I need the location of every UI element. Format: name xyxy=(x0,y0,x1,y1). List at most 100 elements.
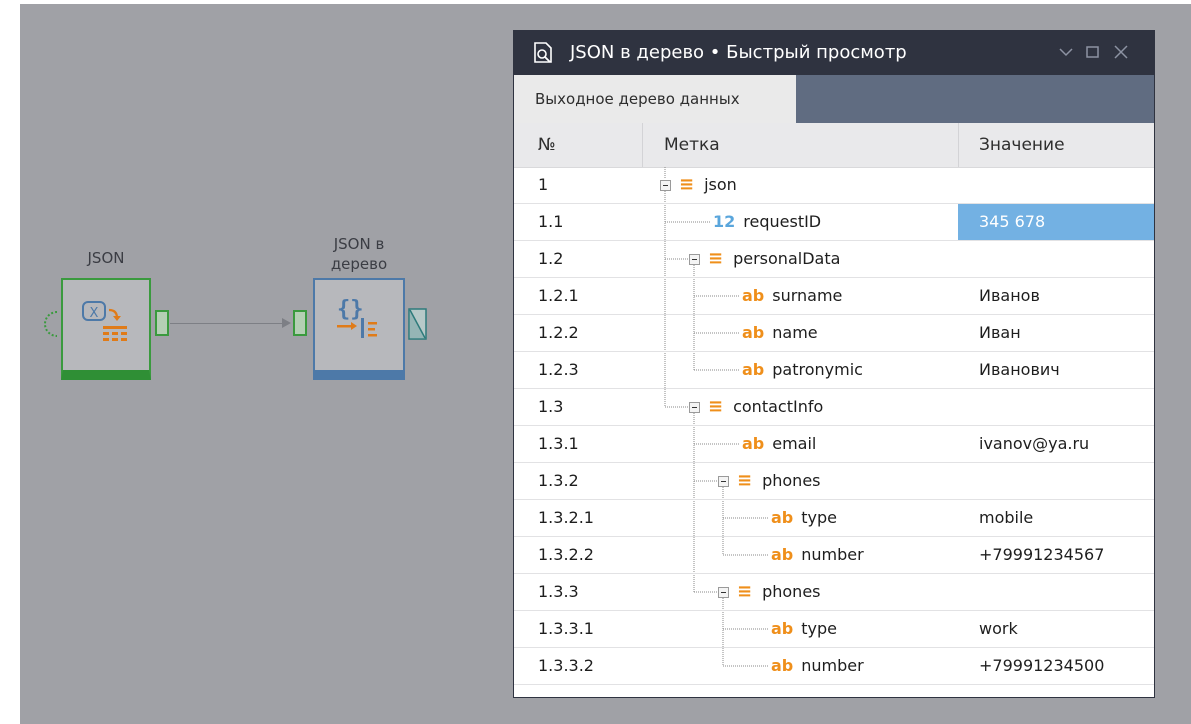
row-label: json xyxy=(704,175,737,194)
json-source-icon: X xyxy=(82,301,127,341)
json-to-tree-node[interactable]: {} xyxy=(313,278,405,380)
tree-output-port[interactable] xyxy=(408,308,428,340)
row-label: requestID xyxy=(743,212,822,231)
row-number: 1.3.3 xyxy=(538,582,579,601)
row-label-cell: ≡ personalData xyxy=(689,241,840,277)
node-label-json-to-tree: JSON в дерево xyxy=(330,235,388,273)
chevron-down-icon[interactable] xyxy=(1057,43,1075,61)
table-row[interactable]: 1.2.2 ab name Иван xyxy=(514,315,1154,352)
row-label-cell: ab number xyxy=(771,537,864,573)
input-port-dashed[interactable] xyxy=(41,310,61,338)
maximize-icon[interactable] xyxy=(1084,43,1102,61)
column-header-label[interactable]: Метка xyxy=(664,123,720,167)
tree-table-body: 1 ≡ json 1.1 12 requestID 345 678 1.2 ≡ personalD… xyxy=(514,167,1154,697)
table-row[interactable]: 1.2.3 ab patronymic Иванович xyxy=(514,352,1154,389)
row-label: number xyxy=(801,656,864,675)
table-row[interactable]: 1.3.2.1 ab type mobile xyxy=(514,500,1154,537)
row-label-cell: ≡ phones xyxy=(718,574,821,610)
row-label-cell: ab name xyxy=(742,315,818,351)
row-value[interactable]: Иван xyxy=(958,315,1154,351)
row-number: 1.2.1 xyxy=(538,286,579,305)
table-row[interactable]: 1.3.3 ≡ phones xyxy=(514,574,1154,611)
row-value[interactable] xyxy=(958,167,1154,203)
row-label-cell: ab type xyxy=(771,611,837,647)
row-value[interactable]: +79991234567 xyxy=(958,537,1154,573)
table-row[interactable]: 1.3.2 ≡ phones xyxy=(514,463,1154,500)
string-type-icon: ab xyxy=(771,619,794,638)
tree-input-port[interactable] xyxy=(293,310,307,336)
quick-view-window[interactable]: JSON в дерево • Быстрый просмотр Выходно… xyxy=(513,30,1155,698)
row-label: email xyxy=(772,434,817,453)
number-type-icon: 12 xyxy=(713,212,736,231)
table-row[interactable]: 1.2 ≡ personalData xyxy=(514,241,1154,278)
row-value[interactable]: +79991234500 xyxy=(958,648,1154,684)
row-label-cell: ab patronymic xyxy=(742,352,863,388)
collapse-toggle-icon[interactable] xyxy=(718,586,729,598)
string-type-icon: ab xyxy=(742,434,765,453)
close-icon[interactable] xyxy=(1112,43,1130,61)
table-row[interactable]: 1.3.3.1 ab type work xyxy=(514,611,1154,648)
object-type-icon: ≡ xyxy=(708,396,724,417)
tab-output-tree[interactable]: Выходное дерево данных xyxy=(514,75,796,123)
row-number: 1.3.2 xyxy=(538,471,579,490)
row-value[interactable] xyxy=(958,389,1154,425)
string-type-icon: ab xyxy=(742,286,765,305)
collapse-toggle-icon[interactable] xyxy=(660,179,671,191)
row-value[interactable]: Иванович xyxy=(958,352,1154,388)
collapse-toggle-icon[interactable] xyxy=(718,475,729,487)
row-label-cell: ab email xyxy=(742,426,816,462)
string-type-icon: ab xyxy=(742,360,765,379)
row-label-cell: ≡ phones xyxy=(718,463,821,499)
json-tree-icon: {} xyxy=(337,297,377,338)
collapse-toggle-icon[interactable] xyxy=(689,401,700,413)
row-value[interactable]: 345 678 xyxy=(958,204,1154,240)
string-type-icon: ab xyxy=(771,545,794,564)
table-row[interactable]: 1.2.1 ab surname Иванов xyxy=(514,278,1154,315)
column-header-value[interactable]: Значение xyxy=(979,123,1065,167)
row-label-cell: ab number xyxy=(771,648,864,684)
row-label: type xyxy=(801,619,837,638)
string-type-icon: ab xyxy=(771,656,794,675)
table-row[interactable]: 1.1 12 requestID 345 678 xyxy=(514,204,1154,241)
object-type-icon: ≡ xyxy=(737,470,753,491)
row-value[interactable]: ivanov@ya.ru xyxy=(958,426,1154,462)
row-label: type xyxy=(801,508,837,527)
row-value[interactable] xyxy=(958,241,1154,277)
table-row[interactable]: 1.3.3.2 ab number +79991234500 xyxy=(514,648,1154,685)
row-value[interactable]: Иванов xyxy=(958,278,1154,314)
row-label: number xyxy=(801,545,864,564)
row-value[interactable]: mobile xyxy=(958,500,1154,536)
object-type-icon: ≡ xyxy=(679,174,695,195)
row-label: name xyxy=(772,323,818,342)
row-number: 1.3.3.1 xyxy=(538,619,594,638)
svg-text:X: X xyxy=(90,306,99,321)
json-output-port[interactable] xyxy=(155,310,169,336)
table-row[interactable]: 1.3 ≡ contactInfo xyxy=(514,389,1154,426)
window-titlebar[interactable]: JSON в дерево • Быстрый просмотр xyxy=(514,31,1154,75)
connection-line xyxy=(170,323,284,324)
row-value[interactable] xyxy=(958,574,1154,610)
svg-text:{}: {} xyxy=(337,297,364,322)
row-label: phones xyxy=(762,582,821,601)
row-label: phones xyxy=(762,471,821,490)
table-row[interactable]: 1 ≡ json xyxy=(514,167,1154,204)
row-label-cell: ab surname xyxy=(742,278,842,314)
row-label-cell: ab type xyxy=(771,500,837,536)
table-header: № Метка Значение xyxy=(514,123,1154,168)
row-value[interactable] xyxy=(958,463,1154,499)
row-label: personalData xyxy=(733,249,841,268)
row-number: 1.2.2 xyxy=(538,323,579,342)
window-title: JSON в дерево • Быстрый просмотр xyxy=(570,42,907,63)
row-number: 1.3.2.2 xyxy=(538,545,594,564)
table-row[interactable]: 1.3.2.2 ab number +79991234567 xyxy=(514,537,1154,574)
row-label-cell: ≡ contactInfo xyxy=(689,389,823,425)
row-value[interactable]: work xyxy=(958,611,1154,647)
row-number: 1.3 xyxy=(538,397,564,416)
quick-view-icon xyxy=(534,42,552,63)
row-number: 1.2.3 xyxy=(538,360,579,379)
object-type-icon: ≡ xyxy=(708,248,724,269)
column-header-num[interactable]: № xyxy=(538,123,556,167)
json-node[interactable]: X xyxy=(61,278,151,380)
table-row[interactable]: 1.3.1 ab email ivanov@ya.ru xyxy=(514,426,1154,463)
collapse-toggle-icon[interactable] xyxy=(689,253,700,265)
